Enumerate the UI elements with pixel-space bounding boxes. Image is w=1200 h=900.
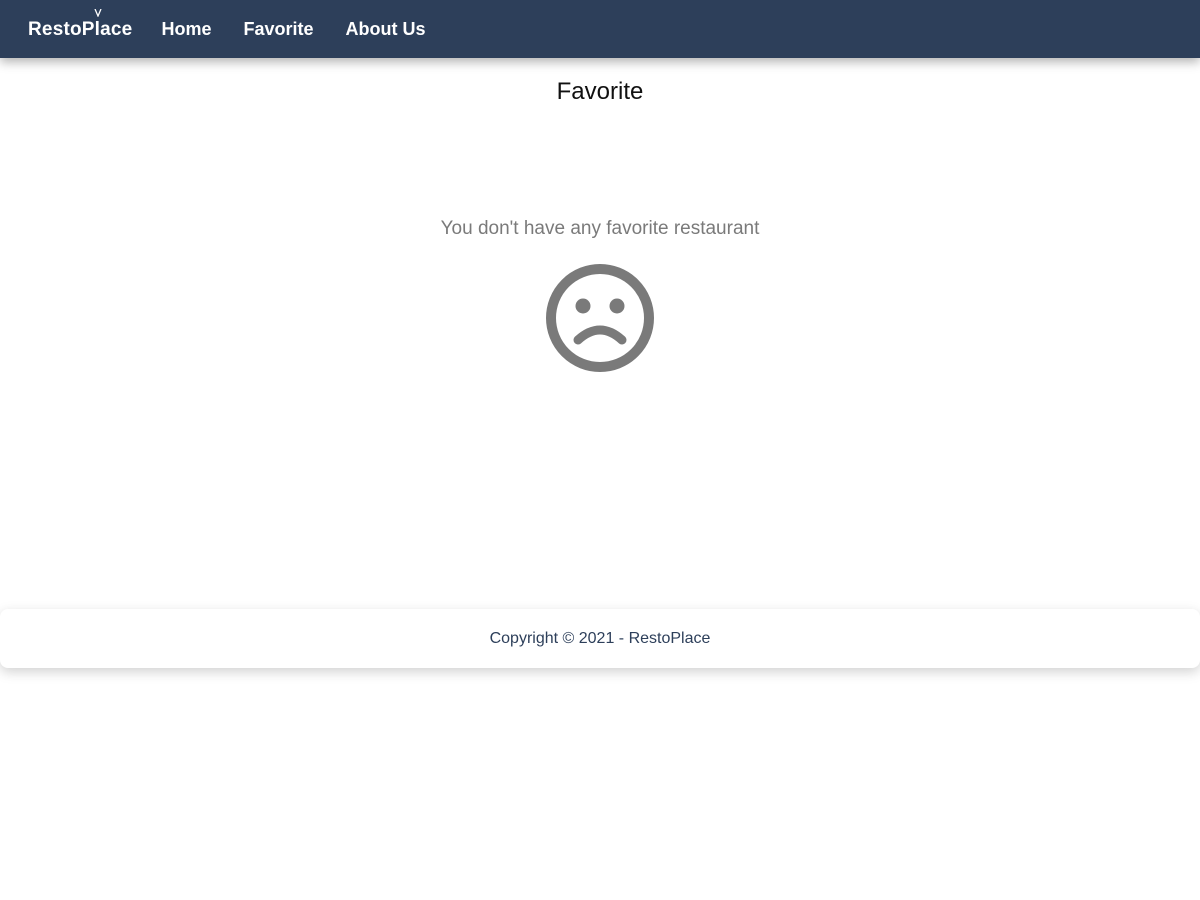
nav-link-home[interactable]: Home bbox=[161, 19, 211, 40]
empty-state-message: You don't have any favorite restaurant bbox=[440, 218, 760, 239]
leaf-icon bbox=[94, 9, 102, 17]
nav-link-favorite[interactable]: Favorite bbox=[243, 19, 313, 40]
brand-logo-link[interactable]: RestoPlace bbox=[28, 9, 133, 41]
sad-face-icon bbox=[546, 264, 654, 372]
page-title: Favorite bbox=[556, 78, 644, 105]
brand-name: RestoPlace bbox=[28, 19, 133, 40]
nav-link-about-us[interactable]: About Us bbox=[346, 19, 426, 40]
copyright-text: Copyright © 2021 - RestoPlace bbox=[489, 629, 711, 647]
navbar: RestoPlace Home Favorite About Us bbox=[0, 0, 1200, 58]
footer: Copyright © 2021 - RestoPlace bbox=[0, 609, 1200, 668]
